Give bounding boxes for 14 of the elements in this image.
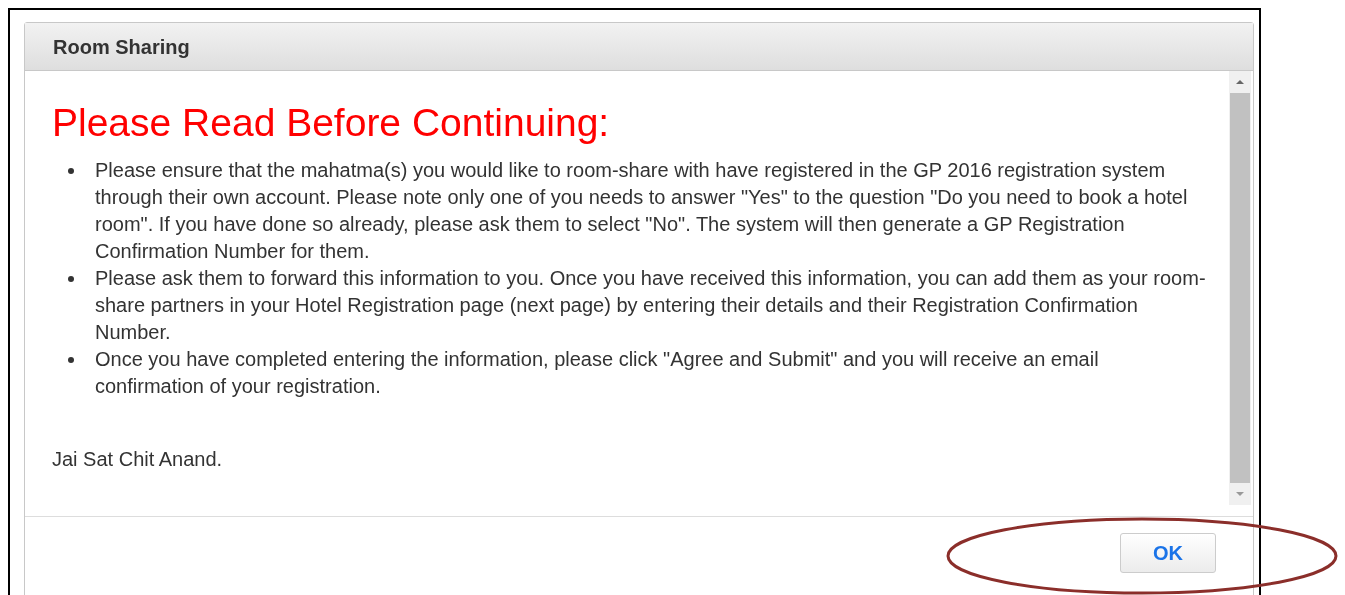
scroll-down-icon[interactable] — [1235, 489, 1245, 499]
instruction-text: Please ask them to forward this information to you. Once you have received this information, you can add them as your room-share partners in your Hotel Registration page (next page) by entering their details and their Registration Confirmation Number. — [95, 266, 1207, 345]
warning-heading: Please Read Before Continuing: — [52, 101, 611, 145]
instruction-text: Once you have completed entering the information, please click "Agree and Submit" and you will receive an email confirmation of your registration. — [95, 347, 1100, 399]
instruction-text: Please ensure that the mahatma(s) you would like to room-share with have registered in the GP 2016 registration system through their own account. Please note only one of you needs to answer "Yes" to the question "Do you need to book a hotel room". If you have done so already, please ask them to select "No". The system will then generate a GP Registration Confirmation Number for them. — [95, 158, 1189, 264]
scroll-up-icon[interactable] — [1235, 77, 1245, 87]
scrollbar-thumb[interactable] — [1230, 93, 1250, 483]
closing-text: Jai Sat Chit Anand. — [52, 447, 224, 472]
ok-button[interactable]: OK — [1120, 533, 1216, 573]
dialog-title: Room Sharing — [53, 34, 190, 60]
bullet-icon — [68, 276, 74, 282]
bullet-icon — [68, 168, 74, 174]
scrollbar[interactable] — [1229, 71, 1251, 505]
bullet-icon — [68, 357, 74, 363]
